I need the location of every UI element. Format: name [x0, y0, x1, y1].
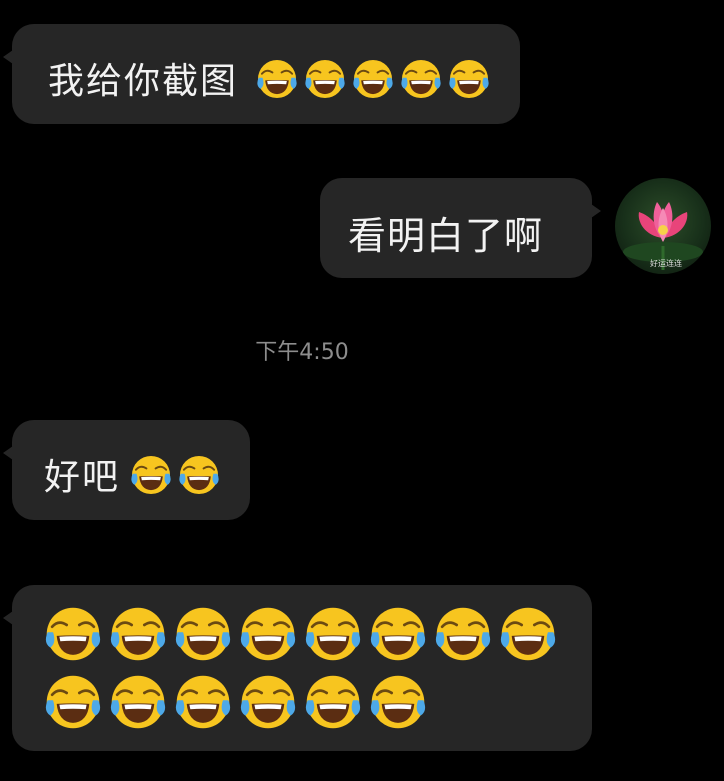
laughing-crying-emoji: [44, 605, 102, 663]
laughing-crying-emoji: [304, 605, 362, 663]
emoji-row: [44, 605, 557, 663]
laughing-crying-emoji: [304, 58, 346, 100]
avatar-caption: 好运连连: [650, 259, 682, 268]
laughing-crying-emoji: [499, 605, 557, 663]
laughing-crying-emoji: [174, 673, 232, 731]
laughing-crying-emoji: [434, 605, 492, 663]
laughing-crying-emoji: [304, 673, 362, 731]
message-bubble-left-3[interactable]: [3, 585, 592, 751]
laughing-crying-emoji: [239, 673, 297, 731]
message-text: 好吧: [44, 457, 121, 498]
emoji-row: [44, 673, 427, 731]
laughing-crying-emoji: [44, 673, 102, 731]
laughing-crying-emoji: [109, 673, 167, 731]
laughing-crying-emoji: [130, 454, 172, 496]
laughing-crying-emoji: [352, 58, 394, 100]
laughing-crying-emoji: [369, 605, 427, 663]
message-text: 看明白了啊: [348, 214, 544, 258]
laughing-crying-emoji: [109, 605, 167, 663]
laughing-crying-emoji: [448, 58, 490, 100]
message-bubble-left-2[interactable]: 好吧: [3, 420, 250, 520]
laughing-crying-emoji: [400, 58, 442, 100]
laughing-crying-emoji: [256, 58, 298, 100]
laughing-crying-emoji: [178, 454, 220, 496]
timestamp: 下午4:50: [255, 340, 349, 365]
message-bubble-right-1[interactable]: 看明白了啊: [320, 178, 601, 278]
laughing-crying-emoji: [239, 605, 297, 663]
emoji-row: [256, 58, 490, 100]
laughing-crying-emoji: [174, 605, 232, 663]
message-bubble-left-1[interactable]: 我给你截图: [3, 24, 520, 124]
message-text: 我给你截图: [48, 61, 239, 102]
laughing-crying-emoji: [369, 673, 427, 731]
emoji-row: [130, 454, 220, 496]
